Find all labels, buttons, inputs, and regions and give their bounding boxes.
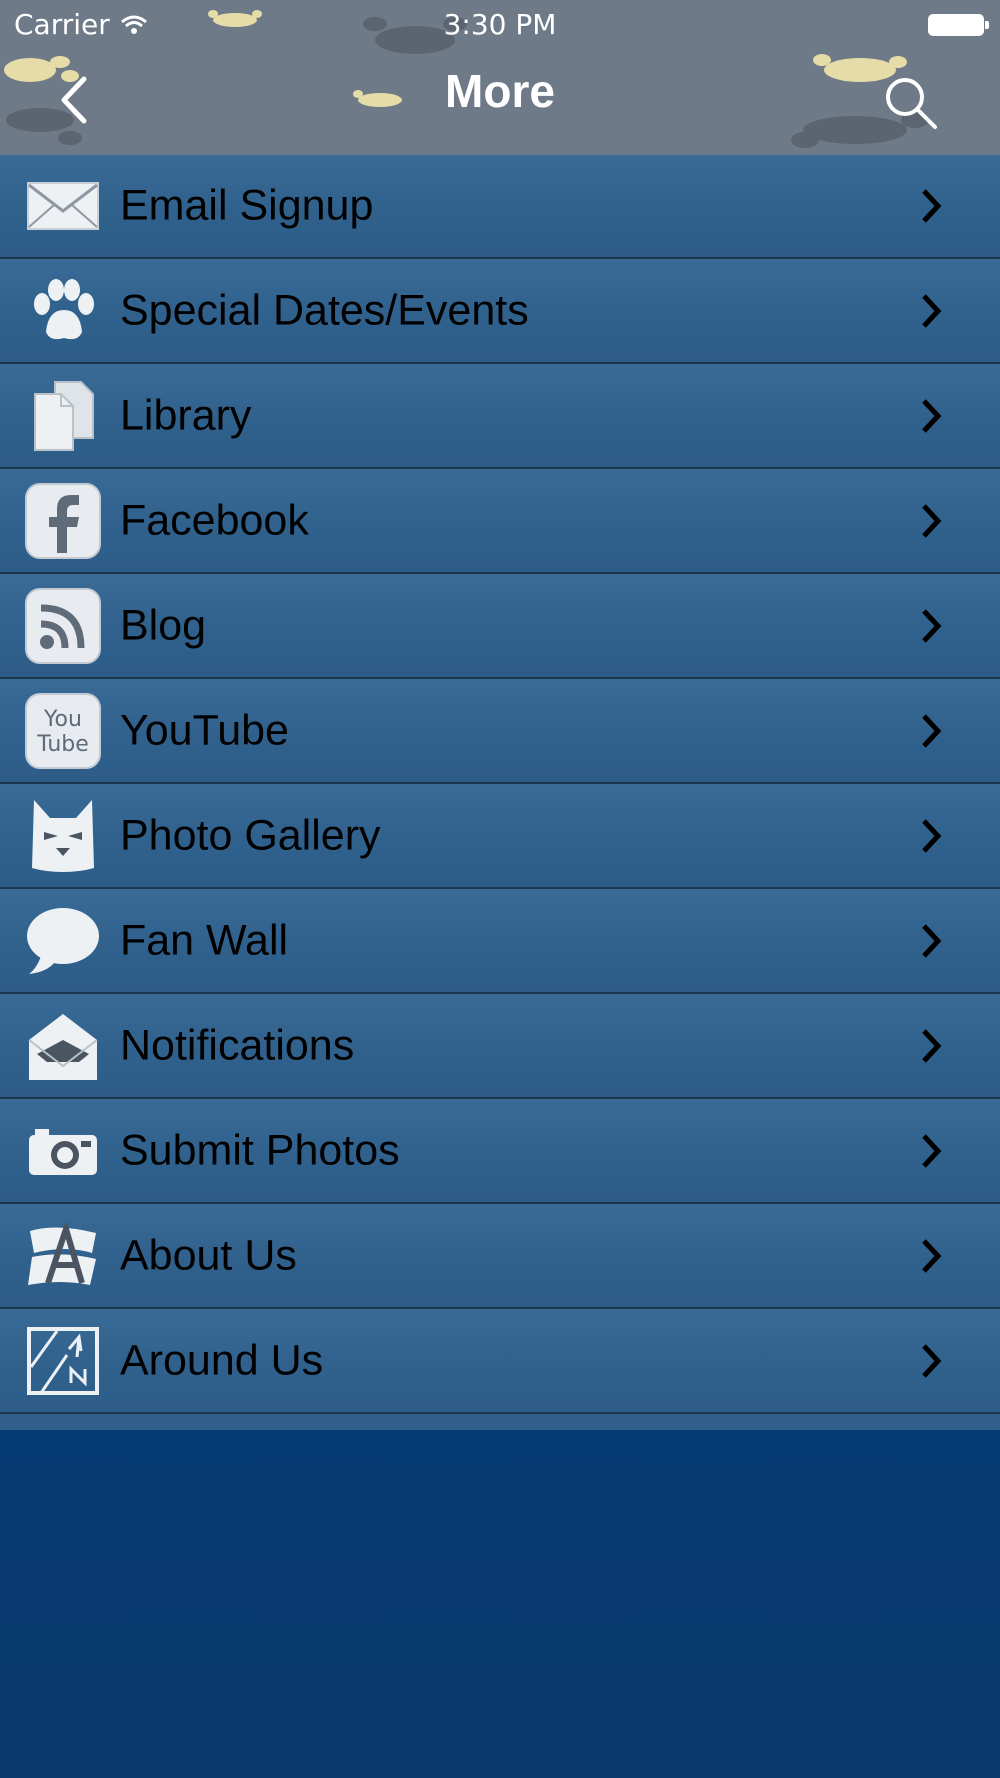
open-envelope-icon xyxy=(24,1007,102,1085)
search-button[interactable] xyxy=(876,70,946,136)
background-panel xyxy=(0,1430,1000,1778)
chevron-right-icon xyxy=(922,923,942,958)
cat-icon xyxy=(24,797,102,875)
chevron-right-icon xyxy=(922,608,942,643)
youtube-icon-text-top: You xyxy=(43,707,82,732)
chevron-right-icon xyxy=(922,293,942,328)
menu-item-label: Submit Photos xyxy=(120,1126,400,1174)
map-icon xyxy=(24,1322,102,1400)
menu-item-label: Email Signup xyxy=(120,181,374,230)
menu-item-facebook[interactable]: Facebook xyxy=(0,469,1000,574)
menu-item-label: Facebook xyxy=(120,496,309,544)
camera-icon xyxy=(24,1112,102,1190)
menu-item-notifications[interactable]: Notifications xyxy=(0,994,1000,1099)
navigation-header: Carrier 3:30 PM More xyxy=(0,0,1000,155)
menu-item-label: Around Us xyxy=(120,1336,324,1384)
menu-item-label: Blog xyxy=(120,601,207,649)
chevron-right-icon xyxy=(922,398,942,433)
page-title: More xyxy=(445,65,555,117)
battery-icon xyxy=(928,14,989,36)
menu-item-around-us[interactable]: Around Us xyxy=(0,1309,1000,1414)
youtube-icon-text-bottom: Tube xyxy=(36,732,89,757)
chevron-right-icon xyxy=(922,1238,942,1273)
menu-item-label: Photo Gallery xyxy=(120,811,381,859)
chevron-right-icon xyxy=(922,189,942,223)
paw-icon xyxy=(24,272,102,350)
menu-item-photo-gallery[interactable]: Photo Gallery xyxy=(0,784,1000,889)
envelope-icon xyxy=(24,167,102,245)
menu-item-special-dates-events[interactable]: Special Dates/Events xyxy=(0,259,1000,364)
menu-item-fan-wall[interactable]: Fan Wall xyxy=(0,889,1000,994)
status-time: 3:30 PM xyxy=(443,8,557,41)
more-menu-list: Email Signup Special Dates/Events Librar… xyxy=(0,155,1000,1430)
menu-item-email-signup[interactable]: Email Signup xyxy=(0,155,1000,259)
menu-item-label: Notifications xyxy=(120,1021,355,1069)
menu-item-blog[interactable]: Blog xyxy=(0,574,1000,679)
chevron-right-icon xyxy=(922,1133,942,1168)
documents-icon xyxy=(24,377,102,455)
rss-icon xyxy=(24,587,102,665)
menu-item-submit-photos[interactable]: Submit Photos xyxy=(0,1099,1000,1204)
menu-item-about-us[interactable]: About Us xyxy=(0,1204,1000,1309)
facebook-icon xyxy=(24,482,102,560)
chevron-right-icon xyxy=(922,1343,942,1378)
status-bar: Carrier 3:30 PM xyxy=(0,0,1000,48)
chevron-right-icon xyxy=(922,818,942,853)
menu-item-label: Library xyxy=(120,391,252,439)
chevron-right-icon xyxy=(922,1028,942,1063)
youtube-icon: You Tube xyxy=(24,692,102,770)
menu-item-label: Fan Wall xyxy=(120,916,289,964)
menu-item-library[interactable]: Library xyxy=(0,364,1000,469)
menu-item-label: About Us xyxy=(120,1231,297,1279)
search-icon xyxy=(886,78,937,129)
about-icon xyxy=(24,1217,102,1295)
chevron-right-icon xyxy=(922,503,942,538)
menu-item-label: Special Dates/Events xyxy=(120,286,529,334)
chevron-right-icon xyxy=(922,713,942,748)
menu-item-label: YouTube xyxy=(120,706,289,754)
menu-item-youtube[interactable]: You Tube YouTube xyxy=(0,679,1000,784)
speech-bubble-icon xyxy=(24,902,102,980)
